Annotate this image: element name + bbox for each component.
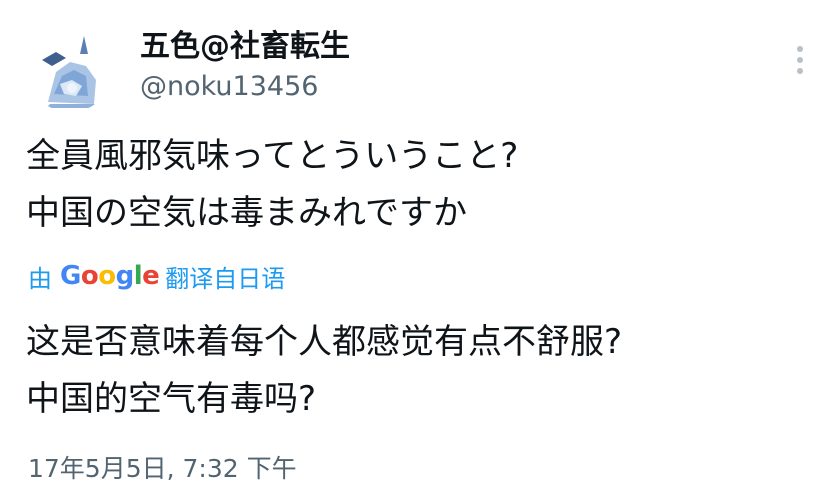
avatar-image (26, 24, 114, 112)
author-handle[interactable]: @noku13456 (140, 70, 318, 104)
avatar[interactable] (26, 24, 114, 112)
translated-text-line: 中国的空气有毒吗? (26, 379, 317, 419)
translation-suffix: 翻译自日语 (165, 264, 286, 293)
more-vertical-icon (797, 46, 803, 52)
translation-attribution[interactable]: 由 Google 翻译自日语 (28, 256, 285, 296)
translated-text: 这是否意味着每个人都感觉有点不舒服? 中国的空气有毒吗? (26, 314, 816, 428)
google-logo: Google (60, 261, 160, 291)
author-display-name[interactable]: 五色@社畜転生 (140, 28, 350, 66)
tweet-card: 五色@社畜転生 @noku13456 全員風邪気味ってとういうこと? 中国の空気… (0, 0, 839, 502)
tweet-timestamp[interactable]: 17年5月5日, 7:32 下午 (28, 452, 297, 486)
translated-text-line: 这是否意味着每个人都感觉有点不舒服? (26, 322, 623, 362)
more-options-button[interactable] (786, 40, 814, 80)
more-vertical-icon-dot (797, 68, 803, 74)
more-vertical-icon-dot (797, 57, 803, 63)
tweet-text: 全員風邪気味ってとういうこと? 中国の空気は毒まみれですか (26, 128, 816, 242)
tweet-text-line: 全員風邪気味ってとういうこと? (26, 136, 519, 176)
tweet-text-line: 中国の空気は毒まみれですか (26, 193, 467, 233)
translation-prefix: 由 (28, 264, 52, 293)
